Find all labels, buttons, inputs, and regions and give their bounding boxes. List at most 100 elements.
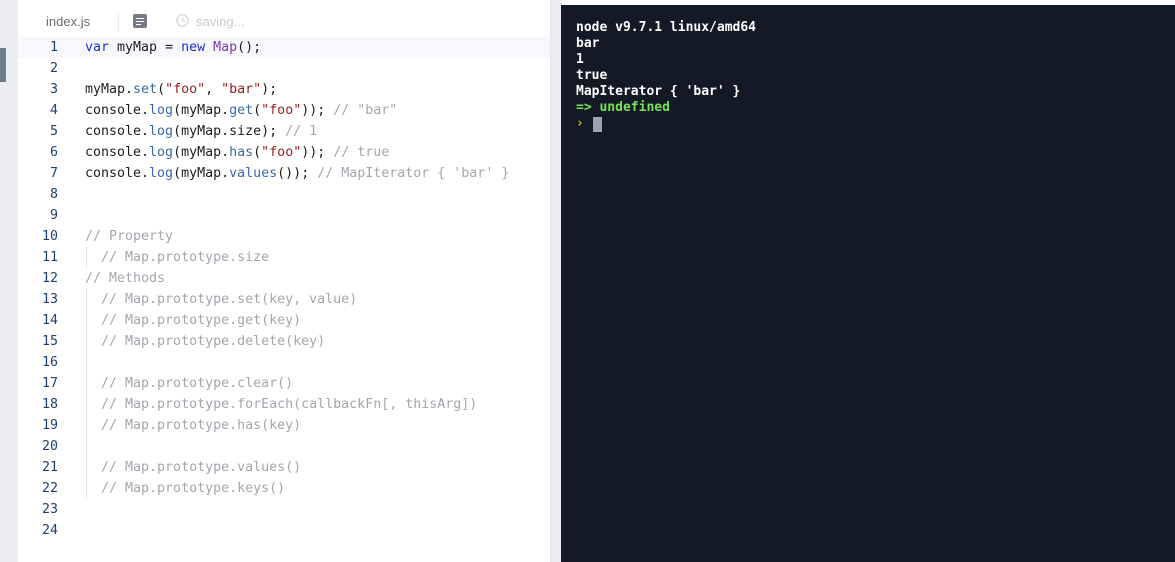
code-token-punct: console. (85, 145, 150, 160)
line-number: 13 (41, 292, 58, 307)
line-code: // Property (85, 226, 173, 247)
line-number: 21 (41, 460, 58, 475)
code-token-keyword: new (181, 40, 206, 55)
indent-guide (86, 436, 87, 457)
line-number: 5 (49, 124, 58, 139)
code-token-prop: values (229, 166, 278, 181)
line-code: // Methods (85, 268, 165, 289)
line-number: 23 (41, 502, 58, 517)
code-line[interactable]: 3 myMap.set("foo", "bar"); (18, 79, 550, 100)
prompt-chevron-icon: › (576, 116, 584, 131)
code-token-prop: set (133, 82, 158, 97)
code-token-comment: // true (333, 145, 390, 160)
code-token-punct: ( (253, 103, 262, 118)
code-line[interactable]: 19 // Map.prototype.has(key) (18, 415, 550, 436)
code-line[interactable]: 20 (18, 436, 550, 457)
code-line[interactable]: 16 (18, 352, 550, 373)
line-code: // Map.prototype.delete(key) (85, 331, 325, 352)
code-token-comment: // Map.prototype.set(key, value) (85, 292, 358, 307)
file-tab[interactable]: index.js (46, 14, 90, 29)
code-line[interactable]: 5 console.log(myMap.size); // 1 (18, 121, 550, 142)
code-token-string: "bar" (221, 82, 262, 97)
line-number: 10 (41, 229, 58, 244)
code-token-prop: log (149, 103, 174, 118)
code-token-punct: (myMap. (173, 145, 230, 160)
code-line[interactable]: 14 // Map.prototype.get(key) (18, 310, 550, 331)
console-output-line: true (576, 68, 608, 83)
code-line[interactable]: 22 // Map.prototype.keys() (18, 478, 550, 499)
code-editor[interactable]: index.js saving... 1 var myMap = new Map(… (18, 0, 550, 562)
code-token-comment: // Map.prototype.values() (85, 460, 302, 475)
code-line[interactable]: 9 (18, 205, 550, 226)
left-gutter-strip (0, 0, 19, 562)
code-token-punct: console. (85, 166, 150, 181)
code-token-comment: // Map.prototype.clear() (85, 376, 294, 391)
code-line[interactable]: 15 // Map.prototype.delete(key) (18, 331, 550, 352)
line-number: 22 (41, 481, 58, 496)
code-token-comment: // Map.prototype.has(key) (85, 418, 302, 433)
code-token-comment: // Map.prototype.delete(key) (85, 334, 326, 349)
code-line[interactable]: 7 console.log(myMap.values()); // MapIter… (18, 163, 550, 184)
indent-guide (86, 352, 87, 373)
console-cursor[interactable] (593, 117, 602, 132)
code-token-prop: has (229, 145, 254, 160)
console-prompt[interactable]: › (576, 116, 756, 134)
line-number: 1 (49, 40, 58, 55)
code-line[interactable]: 10 // Property (18, 226, 550, 247)
console-output-line: bar (576, 36, 600, 51)
code-line[interactable]: 1 var myMap = new Map(); (18, 37, 550, 58)
line-code: // Map.prototype.has(key) (85, 415, 301, 436)
code-token-prop: log (149, 124, 174, 139)
line-number: 14 (41, 313, 58, 328)
line-number: 24 (41, 523, 58, 538)
code-token-comment: // Property (85, 229, 174, 244)
repl-workspace: index.js saving... 1 var myMap = new Map(… (0, 0, 1175, 562)
line-number: 11 (41, 250, 58, 265)
line-number: 4 (49, 103, 58, 118)
code-token-punct: (); (237, 40, 262, 55)
code-token-string: "foo" (261, 103, 302, 118)
line-number: 17 (41, 376, 58, 391)
code-line[interactable]: 4 console.log(myMap.get("foo")); // "bar" (18, 100, 550, 121)
code-token-class: Map (213, 40, 238, 55)
history-icon (175, 14, 189, 27)
code-line[interactable]: 8 (18, 184, 550, 205)
code-token-comment: // Map.prototype.forEach(callbackFn[, th… (85, 397, 478, 412)
gutter-marker (0, 48, 6, 82)
code-line[interactable]: 18 // Map.prototype.forEach(callbackFn[,… (18, 394, 550, 415)
line-number: 18 (41, 397, 58, 412)
line-code: // Map.prototype.get(key) (85, 310, 301, 331)
code-token-punct: ()); (277, 166, 318, 181)
line-number: 16 (41, 355, 58, 370)
code-line[interactable]: 11 // Map.prototype.size (18, 247, 550, 268)
code-token-punct: , (205, 82, 222, 97)
save-status: saving... (196, 14, 245, 29)
document-icon[interactable] (133, 14, 147, 28)
code-token-punct: (myMap. (173, 103, 230, 118)
code-line[interactable]: 6 console.log(myMap.has("foo")); // true (18, 142, 550, 163)
console-result-line: => undefined (576, 100, 670, 115)
code-token-comment: // 1 (285, 124, 318, 139)
line-number: 8 (49, 187, 58, 202)
line-code: console.log(myMap.values()); // MapItera… (85, 163, 509, 184)
code-line[interactable]: 12 // Methods (18, 268, 550, 289)
code-token-punct: myMap. (85, 82, 134, 97)
code-token-prop: log (149, 145, 174, 160)
code-token-string: "foo" (165, 82, 206, 97)
line-code: console.log(myMap.size); // 1 (85, 121, 317, 142)
line-code: myMap.set("foo", "bar"); (85, 79, 277, 100)
code-token-punct: myMap = (109, 40, 182, 55)
code-lines[interactable]: 1 var myMap = new Map(); 2 3 myMap.set("foo"… (18, 37, 550, 541)
line-code: console.log(myMap.get("foo")); // "bar" (85, 100, 397, 121)
code-line[interactable]: 17 // Map.prototype.clear() (18, 373, 550, 394)
code-token-punct: console. (85, 124, 150, 139)
code-line[interactable]: 13 // Map.prototype.set(key, value) (18, 289, 550, 310)
code-line[interactable]: 21 // Map.prototype.values() (18, 457, 550, 478)
code-line[interactable]: 23 (18, 499, 550, 520)
code-line[interactable]: 24 (18, 520, 550, 541)
line-number: 3 (49, 82, 58, 97)
code-token-comment: // "bar" (333, 103, 398, 118)
console-pane[interactable]: node v9.7.1 linux/amd64 bar 1 true MapIterat… (561, 5, 1175, 562)
code-line[interactable]: 2 (18, 58, 550, 79)
code-token-keyword: var (85, 40, 110, 55)
